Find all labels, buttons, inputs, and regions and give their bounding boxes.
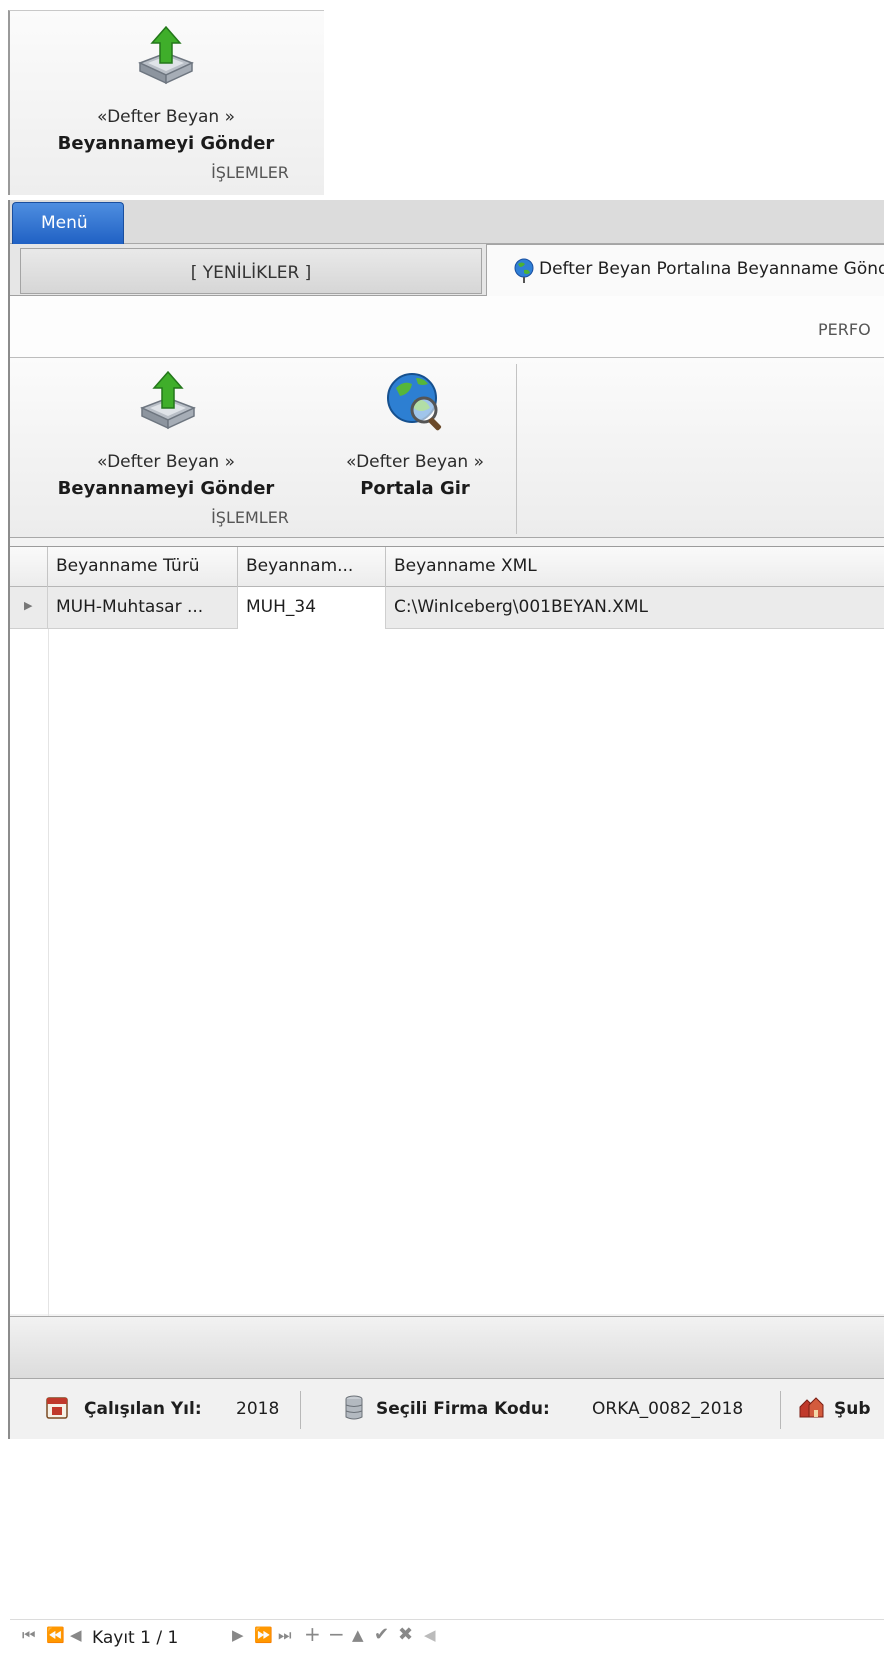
status-bar: Çalışılan Yıl: 2018 Seçili Firma Kodu: O…	[10, 1378, 884, 1439]
ribbon: «Defter Beyan » Beyannameyi Gönder «Deft…	[10, 358, 884, 538]
grid-header: Beyanname Türü Beyannam... Beyanname XML	[10, 547, 884, 587]
firm-label: Seçili Firma Kodu:	[376, 1399, 550, 1419]
upload-tray-icon	[138, 25, 194, 85]
column-header-code[interactable]: Beyannam...	[238, 547, 386, 587]
send-declaration-button[interactable]: «Defter Beyan » Beyannameyi Gönder	[46, 19, 286, 159]
tab-defter-beyan-label: Defter Beyan Portalına Beyanname Gönder	[539, 259, 884, 279]
branch-icon	[799, 1397, 824, 1418]
nav-delete-icon[interactable]: −	[328, 1622, 345, 1646]
ribbon-group-label: İŞLEMLER	[211, 163, 289, 182]
ribbon-send-line1: «Defter Beyan »	[96, 452, 236, 472]
nav-record-text: Kayıt 1 / 1	[92, 1628, 179, 1648]
upload-tray-icon	[140, 370, 196, 430]
cell-code[interactable]: MUH_34	[238, 587, 386, 629]
database-icon	[345, 1395, 363, 1420]
status-separator	[780, 1391, 781, 1429]
cell-type[interactable]: MUH-Muhtasar ...	[48, 587, 238, 629]
nav-last-page-icon[interactable]: ⏭	[278, 1626, 292, 1644]
send-caption-line1: «Defter Beyan »	[96, 107, 236, 127]
nav-first-page-icon[interactable]: ⏮	[22, 1626, 36, 1644]
year-value: 2018	[236, 1399, 280, 1419]
cell-xml[interactable]: C:\WinIceberg\001BEYAN.XML	[386, 587, 884, 629]
grid-row-indicator-column	[48, 629, 49, 1319]
year-label: Çalışılan Yıl:	[84, 1399, 202, 1419]
ribbon-portal-line2: Portala Gir	[360, 478, 470, 499]
declaration-grid: Beyanname Türü Beyannam... Beyanname XML…	[10, 546, 884, 1659]
main-window: Menü [ YENİLİKLER ] Defter Beyan Portalı…	[8, 200, 884, 1659]
ribbon-group-label: İŞLEMLER	[211, 508, 289, 527]
globe-pin-icon	[514, 258, 534, 283]
row-indicator-header	[10, 547, 48, 587]
record-navigator: ⏮ ⏪ ◀ Kayıt 1 / 1 ▶ ⏩ ⏭ + − ▲ ✔ ✖ ◀	[10, 1619, 884, 1659]
ribbon-send-line2: Beyannameyi Gönder	[57, 478, 275, 499]
nav-next-icon[interactable]: ▶	[232, 1626, 244, 1644]
document-tabs: [ YENİLİKLER ] Defter Beyan Portalına Be…	[10, 244, 884, 296]
row-indicator: ▶	[10, 587, 48, 629]
status-area	[10, 1316, 884, 1378]
ribbon-portal-button[interactable]: «Defter Beyan » Portala Gir	[320, 364, 510, 502]
menu-button[interactable]: Menü	[12, 202, 124, 244]
nav-next-page-icon[interactable]: ⏩	[254, 1626, 273, 1644]
table-row[interactable]: ▶ MUH-Muhtasar ... MUH_34 C:\WinIceberg\…	[10, 587, 884, 629]
nav-prev-page-icon[interactable]: ⏪	[46, 1626, 65, 1644]
tab-defter-beyan[interactable]: Defter Beyan Portalına Beyanname Gönder	[486, 244, 884, 296]
nav-scroll-left-icon[interactable]: ◀	[424, 1626, 436, 1644]
send-caption-line2: Beyannameyi Gönder	[57, 133, 275, 154]
ribbon-send-button[interactable]: «Defter Beyan » Beyannameyi Gönder	[46, 364, 286, 502]
nav-apply-icon[interactable]: ✔	[374, 1624, 389, 1645]
column-header-type[interactable]: Beyanname Türü	[48, 547, 238, 587]
globe-search-icon	[387, 373, 442, 431]
nav-add-icon[interactable]: +	[304, 1622, 321, 1646]
ribbon-portal-line1: «Defter Beyan »	[345, 452, 485, 472]
status-separator	[300, 1391, 301, 1429]
nav-edit-icon[interactable]: ▲	[352, 1626, 364, 1644]
info-bar: PERFO	[10, 296, 884, 358]
mini-ribbon: «Defter Beyan » Beyannameyi Gönder İŞLEM…	[8, 10, 324, 195]
nav-prev-icon[interactable]: ◀	[70, 1626, 82, 1644]
calendar-icon	[46, 1397, 68, 1419]
ribbon-separator	[516, 364, 517, 534]
menu-bar: Menü	[10, 200, 884, 244]
branch-label: Şub	[834, 1399, 871, 1419]
perf-label: PERFO	[818, 320, 871, 339]
column-header-xml[interactable]: Beyanname XML	[386, 547, 884, 587]
tab-yenilikler[interactable]: [ YENİLİKLER ]	[20, 248, 482, 294]
firm-value: ORKA_0082_2018	[592, 1399, 744, 1419]
nav-cancel-icon[interactable]: ✖	[398, 1624, 413, 1645]
